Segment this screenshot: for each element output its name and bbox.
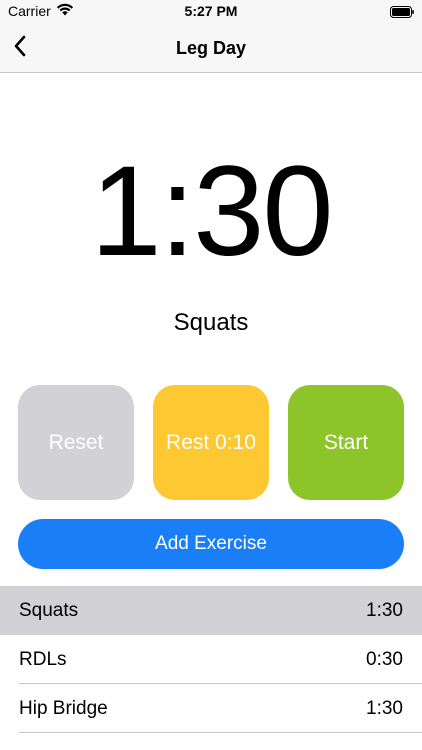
navigation-bar: Leg Day [0, 24, 422, 73]
exercise-row-hip-bridge[interactable]: Hip Bridge 1:30 [0, 684, 422, 733]
exercise-duration: 1:30 [366, 600, 403, 621]
rest-button[interactable]: Rest 0:10 [153, 385, 269, 500]
status-bar: Carrier 5:27 PM [0, 0, 422, 24]
exercise-name: Hip Bridge [19, 698, 108, 719]
exercise-row-squats[interactable]: Squats 1:30 [0, 586, 422, 635]
exercise-row-rdls[interactable]: RDLs 0:30 [0, 635, 422, 684]
start-button[interactable]: Start [288, 385, 404, 500]
add-exercise-button[interactable]: Add Exercise [18, 519, 404, 569]
current-exercise-label: Squats [173, 309, 249, 336]
battery-icon [390, 5, 414, 18]
status-time: 5:27 PM [184, 3, 238, 19]
exercise-name: RDLs [19, 649, 67, 670]
row-separator [19, 732, 422, 733]
timer-display: 1:30 [90, 140, 333, 283]
exercise-list: Squats 1:30 RDLs 0:30 Hip Bridge 1:30 [0, 586, 422, 733]
exercise-name: Squats [19, 600, 79, 621]
exercise-duration: 0:30 [366, 649, 403, 670]
page-title: Leg Day [175, 38, 247, 58]
reset-button[interactable]: Reset [18, 385, 134, 500]
exercise-duration: 1:30 [366, 698, 403, 719]
